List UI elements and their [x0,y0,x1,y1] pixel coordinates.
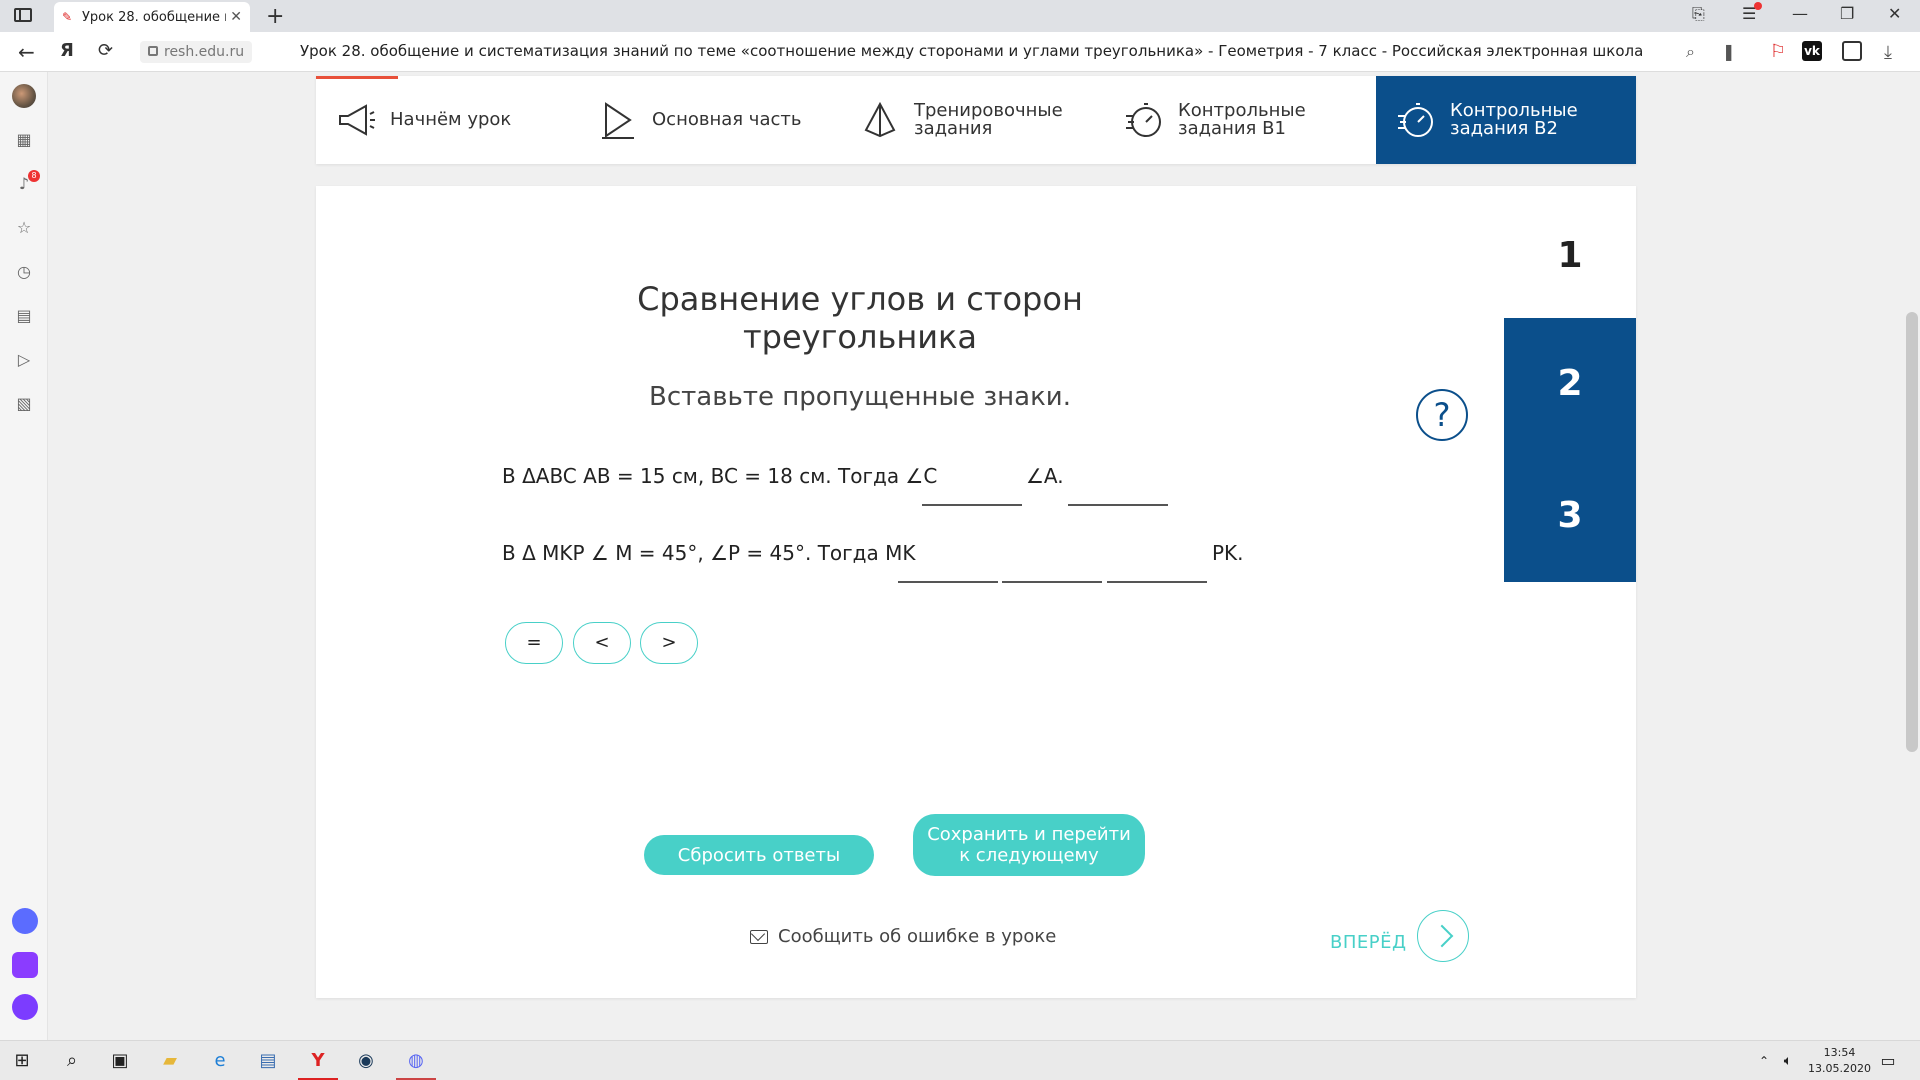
address-bar: ← Я ⟳ resh.edu.ru Урок 28. обобщение и с… [0,32,1920,72]
collections-icon[interactable]: ⎘ [1692,4,1705,24]
browser-sidebar: ▦ ♪ ☆ ◷ ▤ ▷ ▧ [0,72,48,1040]
blank-drop-zone[interactable] [898,581,998,583]
task-card: Сравнение углов и сторон треугольника Вс… [316,186,1636,998]
task-number-2[interactable]: 2 [1504,318,1636,450]
translate-icon[interactable] [1842,41,1862,61]
assistant-icon[interactable] [12,994,38,1020]
app-window-icon[interactable]: ▤ [256,1049,280,1073]
stopwatch-icon [1398,103,1433,137]
domain-text: resh.edu.ru [164,44,245,60]
edge-icon[interactable]: e [208,1049,232,1073]
browser-tab[interactable]: ✎ Урок 28. обобщение и с ✕ [54,2,250,32]
file-explorer-icon[interactable]: ▰ [158,1049,182,1073]
chip-equals[interactable]: = [505,622,563,664]
pyramid-icon [864,101,896,138]
discord-icon[interactable]: ◍ [404,1049,428,1073]
maximize-icon[interactable]: ❐ [1840,4,1854,23]
task-line-2: В Δ MKP ∠ M = 45°, ∠P = 45°. Тогда MK [502,541,916,565]
task-line-2-suffix: PK. [1212,541,1244,565]
lesson-navigation: Начнём урок Основная часть Тренировочные… [316,76,1636,164]
clock-date: 13.05.2020 [1808,1062,1871,1075]
task-title: Сравнение углов и сторон треугольника [637,280,1083,356]
system-clock[interactable]: 13:54 13.05.2020 [1808,1045,1871,1077]
volume-icon[interactable]: 🔈︎ [1776,1049,1800,1073]
avatar[interactable] [12,84,36,108]
blank-drop-zone[interactable] [1107,581,1207,583]
next-arrow-button[interactable] [1417,910,1469,962]
next-label[interactable]: ВПЕРЁД [1330,932,1407,953]
nav-item-label: Контрольные задания В2 [1450,100,1578,139]
alice-icon[interactable] [12,908,38,934]
domain-pill[interactable]: resh.edu.ru [140,41,253,63]
new-tab-icon[interactable]: + [266,4,284,29]
chip-less-than[interactable]: < [573,622,631,664]
history-icon[interactable]: ◷ [14,262,34,282]
search-icon[interactable]: ⌕ [60,1049,84,1073]
clock-time: 13:54 [1823,1046,1856,1059]
messenger-icon[interactable] [12,952,38,978]
nav-item-label: Контрольные задания В1 [1178,100,1306,139]
nav-item-label: Основная часть [652,109,802,130]
task-number-3[interactable]: 3 [1504,450,1636,582]
close-window-icon[interactable]: ✕ [1888,4,1901,23]
notes-icon[interactable]: ▧ [14,394,34,414]
nav-start-lesson[interactable]: Начнём урок [336,76,556,164]
reload-icon[interactable]: ⟳ [98,40,113,61]
vk-icon[interactable]: vk [1802,41,1822,61]
play-icon [602,102,634,139]
envelope-icon [750,929,768,944]
download-icon[interactable]: ⤓ [1884,42,1892,63]
help-icon[interactable]: ? [1416,389,1468,441]
scrollbar-thumb[interactable] [1906,312,1918,752]
steam-icon[interactable]: ◉ [354,1049,378,1073]
antenna-icon[interactable]: ⚐ [1768,41,1788,62]
windows-taskbar: ⊞ ⌕ ▣ ▰ e ▤ Y ◉ ◍ ⌃ 🔈︎ 13:54 13.05.2020 … [0,1040,1920,1080]
stopwatch-icon [1126,103,1161,137]
nav-main-part[interactable]: Основная часть [598,76,818,164]
save-next-button[interactable]: Сохранить и перейти к следующему [913,814,1145,876]
blank-drop-zone[interactable] [1002,581,1102,583]
video-icon[interactable]: ▷ [14,350,34,370]
blank-drop-zone[interactable] [922,504,1022,506]
yandex-icon[interactable]: Я [60,40,74,61]
report-error-link[interactable]: Сообщить об ошибке в уроке [750,926,1056,947]
megaphone-icon [339,104,375,136]
sidebar-toggle-icon[interactable] [14,8,32,22]
nav-training-tasks[interactable]: Тренировочные задания [860,76,1100,164]
task-instruction: Вставьте пропущенные знаки. [649,382,1071,412]
star-icon[interactable]: ☆ [14,218,34,238]
nav-control-tasks-b1[interactable]: Контрольные задания В1 [1124,76,1364,164]
blank-drop-zone[interactable] [1068,504,1168,506]
task-line-1-suffix: ∠A. [1026,464,1064,488]
back-icon[interactable]: ← [18,40,35,64]
task-line-1: В ΔABC AB = 15 см, BC = 18 см. Тогда ∠C [502,464,938,488]
notification-count-badge: 8 [28,170,40,182]
tab-title: Урок 28. обобщение и с [82,9,226,25]
page-title-text[interactable]: Урок 28. обобщение и систематизация знан… [300,42,1660,60]
apps-grid-icon[interactable]: ▦ [14,130,34,150]
close-tab-icon[interactable]: ✕ [230,9,242,25]
search-page-icon[interactable]: ⌕ [1686,42,1695,62]
menu-icon[interactable]: ☰ [1742,2,1762,23]
lock-icon [148,46,158,56]
reset-answers-button[interactable]: Сбросить ответы [644,835,874,875]
task-view-icon[interactable]: ▣ [108,1049,132,1073]
nav-item-label: Начнём урок [390,109,512,130]
favicon-icon: ✎ [62,10,73,24]
minimize-icon[interactable]: — [1792,4,1808,23]
yandex-browser-icon[interactable]: Y [306,1049,330,1073]
windows-start-icon[interactable]: ⊞ [10,1049,34,1073]
browser-tab-strip: ✎ Урок 28. обобщение и с ✕ + ⎘ ☰ — ❐ ✕ [0,0,1920,32]
tray-chevron-icon[interactable]: ⌃ [1752,1049,1776,1073]
nav-control-tasks-b2[interactable]: Контрольные задания В2 [1376,76,1636,164]
nav-item-label: Тренировочные задания [914,100,1063,139]
chip-greater-than[interactable]: > [640,622,698,664]
report-error-label: Сообщить об ошибке в уроке [778,926,1057,947]
bookmark-icon[interactable]: ❚ [1722,42,1735,61]
notification-center-icon[interactable]: ▭ [1876,1049,1900,1073]
documents-icon[interactable]: ▤ [14,306,34,326]
task-number-1[interactable]: 1 [1504,216,1636,296]
